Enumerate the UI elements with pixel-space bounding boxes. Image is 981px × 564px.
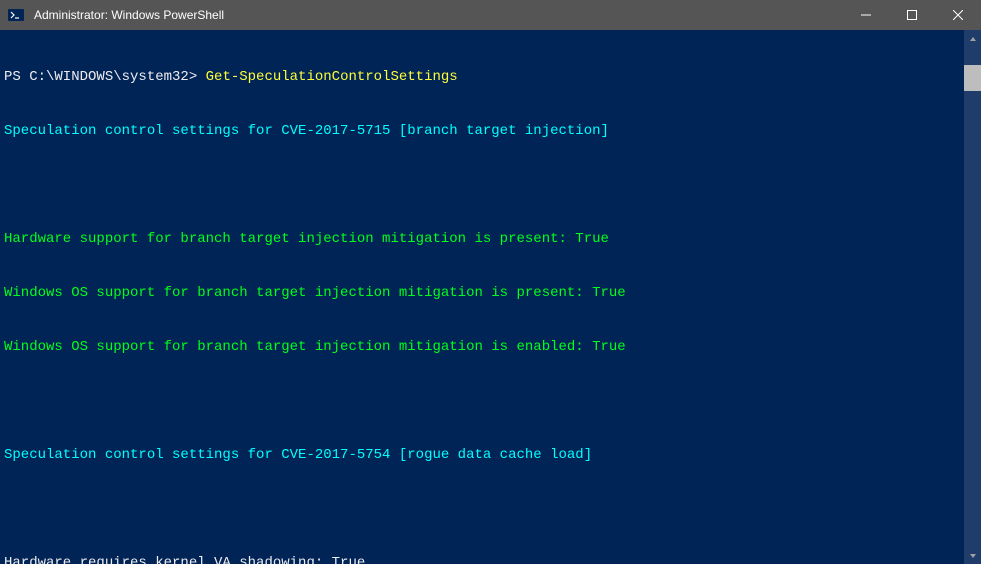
minimize-button[interactable] (843, 0, 889, 30)
scroll-down-button[interactable] (964, 547, 981, 564)
scroll-up-button[interactable] (964, 30, 981, 47)
window-titlebar[interactable]: Administrator: Windows PowerShell (0, 0, 981, 30)
output-line: Windows OS support for branch target inj… (4, 338, 960, 356)
scroll-track[interactable] (964, 47, 981, 547)
blank-line (4, 176, 960, 194)
command-text: Get-SpeculationControlSettings (206, 69, 458, 85)
maximize-button[interactable] (889, 0, 935, 30)
output-line: Windows OS support for branch target inj… (4, 284, 960, 302)
output-line: Speculation control settings for CVE-201… (4, 122, 960, 140)
output-line: Hardware requires kernel VA shadowing: T… (4, 554, 960, 564)
prompt-line: PS C:\WINDOWS\system32> Get-SpeculationC… (4, 68, 960, 86)
window-controls (843, 0, 981, 30)
close-button[interactable] (935, 0, 981, 30)
blank-line (4, 500, 960, 518)
output-line: Hardware support for branch target injec… (4, 230, 960, 248)
powershell-icon (8, 7, 24, 23)
scroll-thumb[interactable] (964, 65, 981, 91)
prompt-path: PS C:\WINDOWS\system32> (4, 69, 206, 85)
terminal-area: PS C:\WINDOWS\system32> Get-SpeculationC… (0, 30, 981, 564)
scrollbar[interactable] (964, 30, 981, 564)
output-line: Speculation control settings for CVE-201… (4, 446, 960, 464)
window-title: Administrator: Windows PowerShell (32, 8, 843, 22)
terminal-output[interactable]: PS C:\WINDOWS\system32> Get-SpeculationC… (0, 30, 964, 564)
blank-line (4, 392, 960, 410)
